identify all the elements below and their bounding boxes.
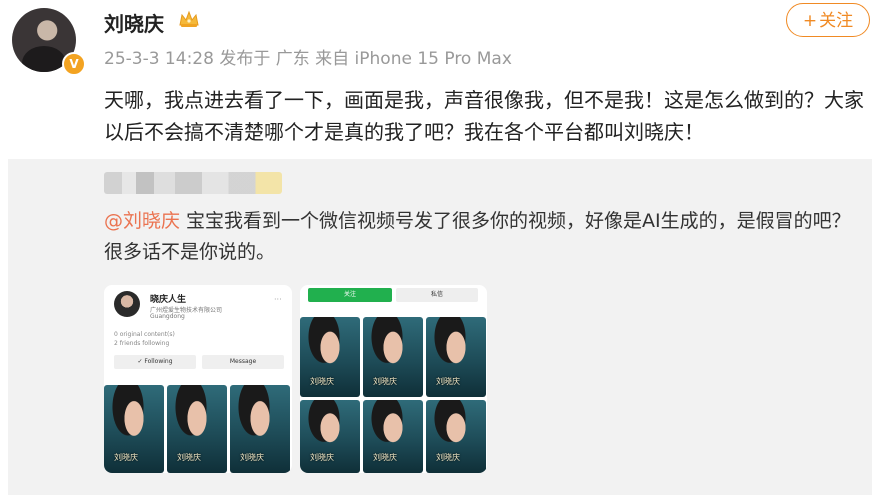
post-text: 天哪，我点进去看了一下，画面是我，声音很像我，但不是我！这是怎么做到的？大家以后… bbox=[104, 88, 864, 144]
thumb-caption: 刘晓庆 bbox=[177, 453, 201, 462]
post-meta: 25-3-3 14:28 发布于 广东 来自 iPhone 15 Pro Max bbox=[104, 49, 512, 69]
video-thumbnail: 刘晓庆 bbox=[363, 317, 423, 397]
tab-message: 私信 bbox=[396, 288, 478, 302]
blurred-username bbox=[104, 172, 282, 194]
thumb-caption: 刘晓庆 bbox=[373, 453, 397, 462]
thumb-caption: 刘晓庆 bbox=[436, 453, 460, 462]
channel-stat-original: 0 original content(s) bbox=[114, 331, 175, 338]
crown-icon bbox=[179, 10, 199, 27]
channel-stat-friends: 2 friends following bbox=[114, 340, 170, 347]
following-button: ✓ Following bbox=[114, 355, 196, 369]
channel-name: 晓庆人生 bbox=[150, 295, 187, 305]
channel-location: Guangdong bbox=[150, 313, 185, 320]
screenshot-image-profile[interactable]: 晓庆人生 广州煜爱生物技术有限公司 Guangdong ··· 0 origin… bbox=[104, 285, 292, 473]
thumb-caption: 刘晓庆 bbox=[240, 453, 264, 462]
repost-body: 宝宝我看到一个微信视频号发了很多你的视频，好像是AI生成的，是假冒的吧？很多话不… bbox=[104, 210, 851, 263]
video-thumbnail: 刘晓庆 bbox=[230, 385, 290, 473]
screenshot-image-video-grid[interactable]: 关注 私信 刘晓庆 刘晓庆 刘晓庆 刘晓庆 刘晓庆 刘晓庆 bbox=[300, 285, 487, 473]
channel-avatar bbox=[114, 291, 140, 317]
plus-icon: + bbox=[802, 11, 818, 31]
mention-link[interactable]: @刘晓庆 bbox=[104, 210, 180, 232]
video-thumbnail: 刘晓庆 bbox=[426, 317, 486, 397]
thumb-caption: 刘晓庆 bbox=[373, 377, 397, 386]
tab-follow: 关注 bbox=[308, 288, 392, 302]
follow-label: 关注 bbox=[819, 11, 854, 31]
video-thumbnail: 刘晓庆 bbox=[167, 385, 227, 473]
thumb-caption: 刘晓庆 bbox=[436, 377, 460, 386]
video-thumbnail: 刘晓庆 bbox=[300, 400, 360, 473]
thumb-caption: 刘晓庆 bbox=[310, 453, 334, 462]
author-name[interactable]: 刘晓庆 bbox=[104, 8, 164, 37]
video-thumbnail: 刘晓庆 bbox=[363, 400, 423, 473]
more-icon: ··· bbox=[274, 295, 282, 304]
thumb-caption: 刘晓庆 bbox=[310, 377, 334, 386]
message-button: Message bbox=[202, 355, 284, 369]
repost-text: @刘晓庆 宝宝我看到一个微信视频号发了很多你的视频，好像是AI生成的，是假冒的吧… bbox=[104, 206, 864, 268]
avatar-figure bbox=[22, 46, 66, 72]
video-thumbnail: 刘晓庆 bbox=[300, 317, 360, 397]
video-thumbnail: 刘晓庆 bbox=[426, 400, 486, 473]
verified-badge-icon: V bbox=[62, 52, 86, 76]
thumb-caption: 刘晓庆 bbox=[114, 453, 138, 462]
video-thumbnail: 刘晓庆 bbox=[104, 385, 164, 473]
follow-button[interactable]: + 关注 bbox=[786, 3, 870, 37]
